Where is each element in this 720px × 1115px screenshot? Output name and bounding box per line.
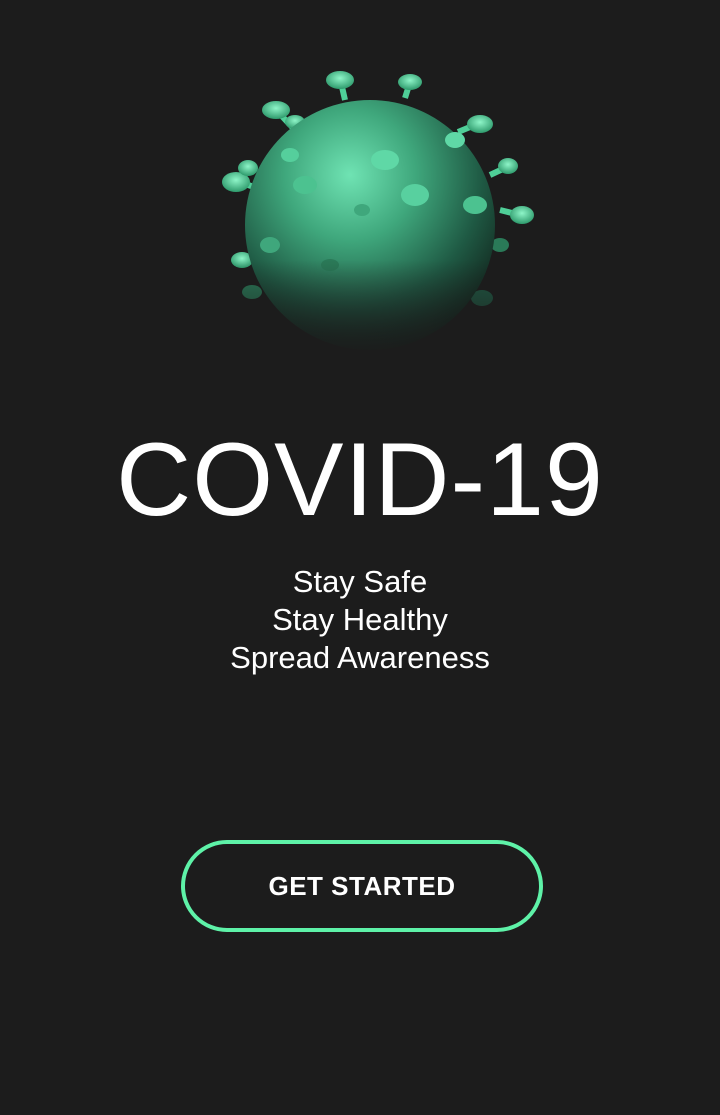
get-started-label: GET STARTED xyxy=(268,870,456,901)
app-title: COVID-19 xyxy=(116,422,604,538)
splash-screen: COVID-19 Stay Safe Stay Healthy Spread A… xyxy=(0,0,720,1115)
coronavirus-illustration-icon xyxy=(200,60,550,360)
tagline-line-3: Spread Awareness xyxy=(230,640,490,675)
get-started-button[interactable]: GET STARTED xyxy=(181,840,543,932)
tagline-line-1: Stay Safe xyxy=(292,564,428,599)
tagline-line-2: Stay Healthy xyxy=(272,602,448,637)
tagline: Stay Safe Stay Healthy Spread Awareness xyxy=(0,563,720,677)
